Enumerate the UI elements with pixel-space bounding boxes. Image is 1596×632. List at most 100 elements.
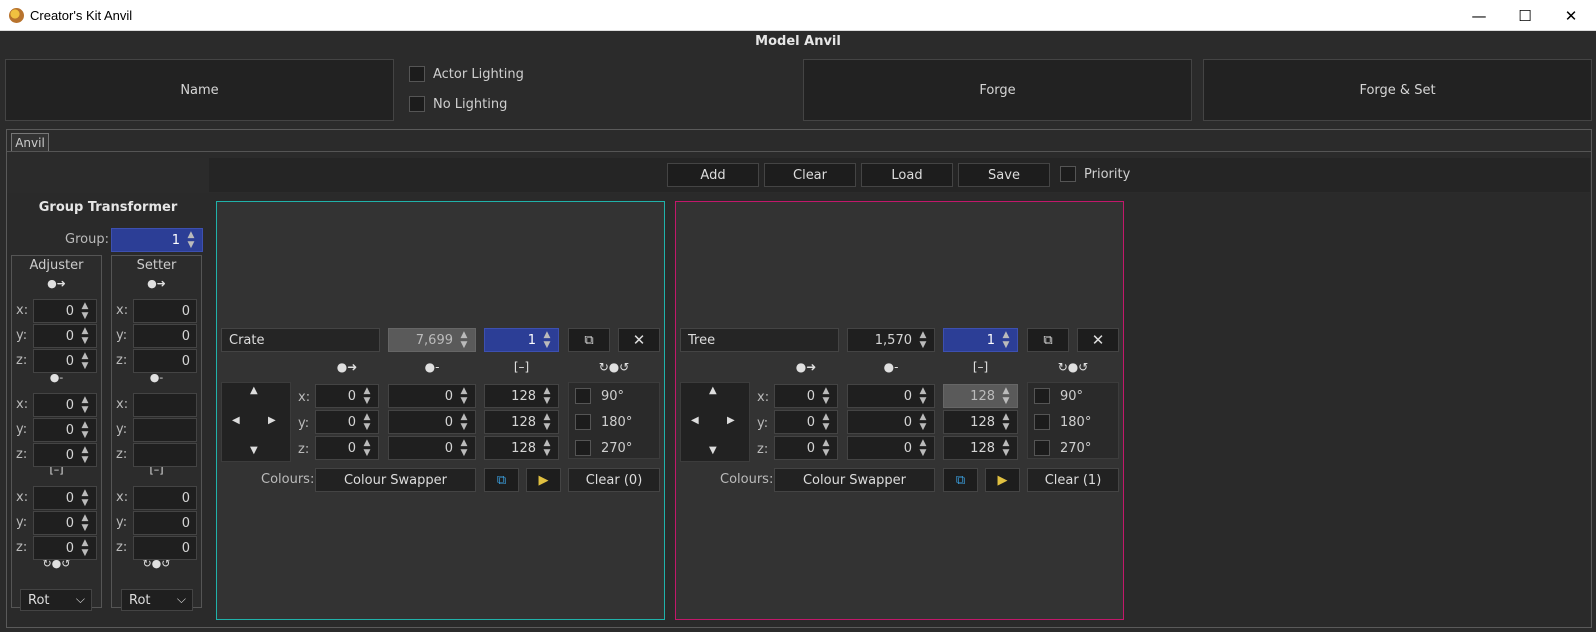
spin-arrows-icon[interactable]: ▲ ▼ [78,301,92,321]
spin-arrows-icon[interactable]: ▲ ▼ [540,386,554,406]
name-button[interactable]: Name [5,59,394,121]
spin-arrows-icon[interactable]: ▲ ▼ [78,488,92,508]
spin-arrows-icon[interactable]: ▲ ▼ [78,420,92,440]
actor-lighting-checkbox[interactable] [409,66,425,82]
duplicate-model-button[interactable]: ⧉ [1027,328,1069,352]
no-lighting-checkbox[interactable] [409,96,425,112]
rotate-90-option[interactable]: 90° [575,388,624,404]
model-name-input[interactable]: Tree [680,328,839,352]
spin-arrows-icon[interactable]: ▲ ▼ [184,230,198,250]
scale-z-stepper[interactable]: 128 ▲ ▼ [484,436,559,460]
colour-swapper-button[interactable]: Colour Swapper [315,468,476,492]
spin-arrows-icon[interactable]: ▲ ▼ [457,438,471,458]
spin-arrows-icon[interactable]: ▲ ▼ [916,386,930,406]
scale-z-stepper[interactable]: 128 ▲ ▼ [943,436,1018,460]
spin-arrows-icon[interactable]: ▲ ▼ [360,438,374,458]
move-z-stepper[interactable]: 0 ▲ ▼ [315,436,379,460]
spin-arrows-icon[interactable]: ▲ ▼ [360,412,374,432]
tab-anvil[interactable]: Anvil [11,133,49,151]
setter-scale-z[interactable]: 0 [133,536,197,560]
offset-z-stepper[interactable]: 0 ▲ ▼ [388,436,476,460]
setter-move-z[interactable]: 0 [133,349,197,373]
spin-arrows-icon[interactable]: ▲ ▼ [916,412,930,432]
move-y-stepper[interactable]: 0 ▲ ▼ [315,410,379,434]
spin-arrows-icon[interactable]: ▲ ▼ [78,445,92,465]
scale-y-stepper[interactable]: 128 ▲ ▼ [484,410,559,434]
right-arrow-icon[interactable]: ▶ [268,415,276,426]
load-button[interactable]: Load [861,163,953,187]
model-name-input[interactable]: Crate [221,328,380,352]
rotate-180-option[interactable]: 180° [575,414,632,430]
spin-arrows-icon[interactable]: ▲ ▼ [819,412,833,432]
spin-arrows-icon[interactable]: ▲ ▼ [999,330,1013,350]
clear-button[interactable]: Clear [764,163,856,187]
move-z-stepper[interactable]: 0 ▲ ▼ [774,436,838,460]
spin-arrows-icon[interactable]: ▲ ▼ [78,326,92,346]
minimize-button[interactable]: — [1456,0,1502,31]
copy-colours-button[interactable]: ⧉ [943,468,978,492]
adjuster-offset-x[interactable]: 0 ▲ ▼ [33,393,97,417]
adjuster-mode-select[interactable]: Rot ⌵ [20,589,92,611]
model-group-stepper[interactable]: 1 ▲ ▼ [943,328,1018,352]
setter-move-x[interactable]: 0 [133,299,197,323]
up-arrow-icon[interactable]: ▲ [250,385,258,396]
offset-y-stepper[interactable]: 0 ▲ ▼ [847,410,935,434]
rotate-270-checkbox[interactable] [1034,440,1050,456]
adjuster-offset-y[interactable]: 0 ▲ ▼ [33,418,97,442]
spin-arrows-icon[interactable]: ▲ ▼ [819,386,833,406]
adjuster-move-y[interactable]: 0 ▲ ▼ [33,324,97,348]
scale-x-stepper[interactable]: 128 ▲ ▼ [484,384,559,408]
clear-colours-button[interactable]: Clear (1) [1027,468,1119,492]
adjuster-scale-z[interactable]: 0 ▲ ▼ [33,536,97,560]
spin-arrows-icon[interactable]: ▲ ▼ [916,438,930,458]
setter-move-y[interactable]: 0 [133,324,197,348]
adjuster-offset-z[interactable]: 0 ▲ ▼ [33,443,97,467]
offset-y-stepper[interactable]: 0 ▲ ▼ [388,410,476,434]
spin-arrows-icon[interactable]: ▲ ▼ [540,330,554,350]
rotate-270-option[interactable]: 270° [575,440,632,456]
rotate-180-checkbox[interactable] [1034,414,1050,430]
down-arrow-icon[interactable]: ▼ [250,445,258,456]
rotate-90-option[interactable]: 90° [1034,388,1083,404]
group-stepper[interactable]: 1 ▲ ▼ [111,228,203,252]
clear-colours-button[interactable]: Clear (0) [568,468,660,492]
spin-arrows-icon[interactable]: ▲ ▼ [78,395,92,415]
scale-x-stepper[interactable]: 128 ▲ ▼ [943,384,1018,408]
right-arrow-icon[interactable]: ▶ [727,415,735,426]
up-arrow-icon[interactable]: ▲ [709,385,717,396]
forge-set-button[interactable]: Forge & Set [1203,59,1592,121]
model-id-stepper[interactable]: 1,570 ▲ ▼ [847,328,935,352]
actor-lighting-option[interactable]: Actor Lighting [409,66,524,82]
offset-x-stepper[interactable]: 0 ▲ ▼ [388,384,476,408]
add-button[interactable]: Add [667,163,759,187]
spin-arrows-icon[interactable]: ▲ ▼ [999,412,1013,432]
adjuster-move-z[interactable]: 0 ▲ ▼ [33,349,97,373]
move-y-stepper[interactable]: 0 ▲ ▼ [774,410,838,434]
offset-x-stepper[interactable]: 0 ▲ ▼ [847,384,935,408]
scale-y-stepper[interactable]: 128 ▲ ▼ [943,410,1018,434]
down-arrow-icon[interactable]: ▼ [709,445,717,456]
remove-model-button[interactable]: ✕ [1077,328,1119,352]
spin-arrows-icon[interactable]: ▲ ▼ [457,386,471,406]
duplicate-model-button[interactable]: ⧉ [568,328,610,352]
move-x-stepper[interactable]: 0 ▲ ▼ [315,384,379,408]
priority-option[interactable]: Priority [1060,166,1130,182]
left-arrow-icon[interactable]: ◀ [232,415,240,426]
model-id-stepper[interactable]: 7,699 ▲ ▼ [388,328,476,352]
spin-arrows-icon[interactable]: ▲ ▼ [78,538,92,558]
spin-arrows-icon[interactable]: ▲ ▼ [999,386,1013,406]
rotate-270-checkbox[interactable] [575,440,591,456]
spin-arrows-icon[interactable]: ▲ ▼ [457,412,471,432]
setter-offset-y[interactable] [133,418,197,442]
adjuster-move-x[interactable]: 0 ▲ ▼ [33,299,97,323]
adjuster-scale-y[interactable]: 0 ▲ ▼ [33,511,97,535]
setter-scale-x[interactable]: 0 [133,486,197,510]
setter-mode-select[interactable]: Rot ⌵ [121,589,193,611]
colour-swapper-button[interactable]: Colour Swapper [774,468,935,492]
spin-arrows-icon[interactable]: ▲ ▼ [360,386,374,406]
spin-arrows-icon[interactable]: ▲ ▼ [540,438,554,458]
rotate-270-option[interactable]: 270° [1034,440,1091,456]
rotate-180-checkbox[interactable] [575,414,591,430]
spin-arrows-icon[interactable]: ▲ ▼ [916,330,930,350]
setter-offset-x[interactable] [133,393,197,417]
